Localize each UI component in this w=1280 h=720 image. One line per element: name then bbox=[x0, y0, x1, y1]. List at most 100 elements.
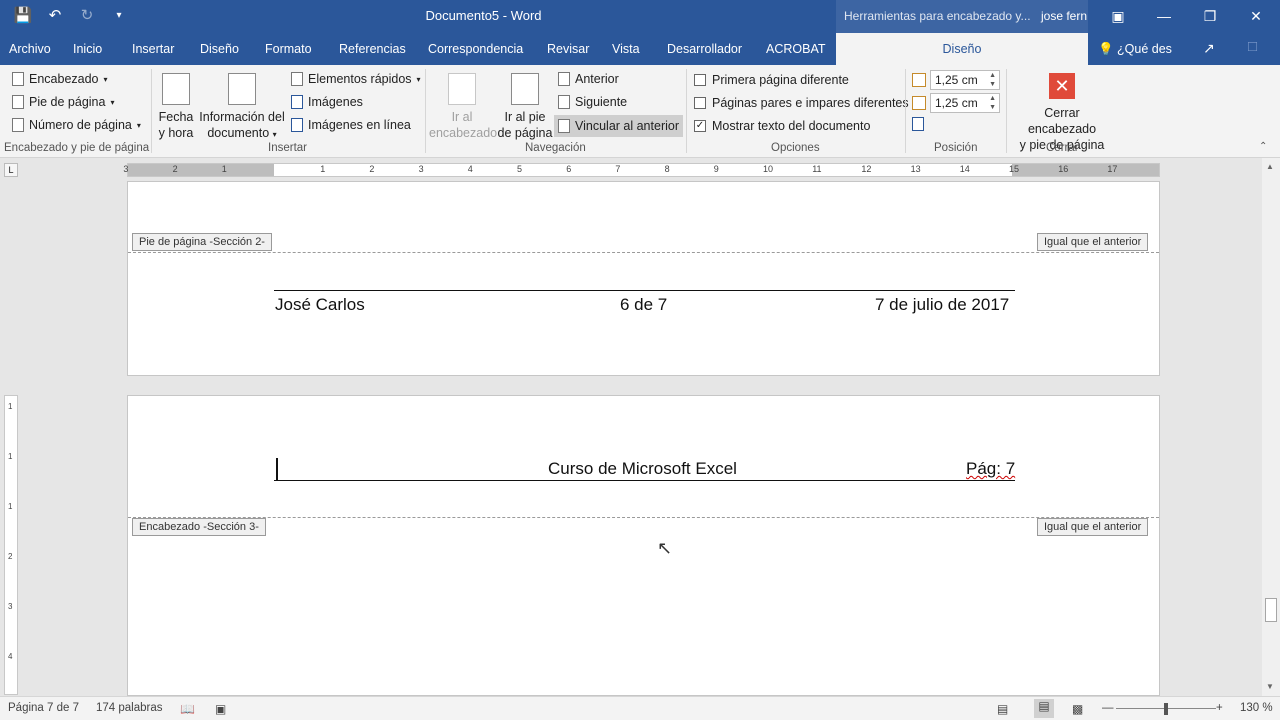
close-icon[interactable]: ✕ bbox=[1246, 6, 1266, 26]
close-header-footer-button[interactable]: ✕ Cerrar encabezado y pie de página bbox=[1010, 73, 1114, 153]
scroll-up-icon[interactable]: ▲ bbox=[1266, 162, 1274, 171]
page-number-icon bbox=[12, 118, 24, 132]
zoom-slider-thumb[interactable] bbox=[1164, 703, 1168, 715]
tab-diseno-contextual[interactable]: Diseño bbox=[836, 33, 1088, 65]
group-label-header-footer: Encabezado y pie de página bbox=[4, 142, 150, 154]
go-to-header-icon bbox=[448, 73, 476, 105]
page-indicator[interactable]: Página 7 de 7 bbox=[8, 702, 79, 714]
user-name[interactable]: jose fern bbox=[1041, 9, 1087, 23]
date-time-button[interactable]: Fecha y hora bbox=[156, 73, 196, 141]
footer-button[interactable]: Pie de página ▾ bbox=[12, 95, 114, 109]
vertical-ruler-number: 1 bbox=[8, 452, 13, 461]
zoom-level[interactable]: 130 % bbox=[1240, 702, 1273, 714]
next-button[interactable]: Siguiente bbox=[558, 95, 627, 109]
vertical-scrollbar[interactable]: ▲ ▼ bbox=[1262, 158, 1280, 696]
minimize-icon[interactable]: — bbox=[1154, 6, 1174, 26]
alignment-tab-icon bbox=[912, 117, 924, 131]
scroll-down-icon[interactable]: ▼ bbox=[1266, 682, 1274, 691]
tab-insertar[interactable]: Insertar bbox=[132, 42, 174, 56]
different-odd-even-checkbox[interactable]: Páginas pares e impares diferentes bbox=[694, 96, 909, 110]
footer-author[interactable]: José Carlos bbox=[275, 295, 365, 315]
different-first-page-checkbox[interactable]: Primera página diferente bbox=[694, 73, 849, 87]
vertical-ruler[interactable]: 1 1 1 2 3 4 bbox=[4, 395, 18, 695]
tab-correspondencia[interactable]: Correspondencia bbox=[428, 42, 523, 56]
tab-desarrollador[interactable]: Desarrollador bbox=[667, 42, 742, 56]
online-pictures-button[interactable]: Imágenes en línea bbox=[291, 118, 411, 132]
footer-section-tag: Pie de página -Sección 2- bbox=[132, 233, 272, 251]
page-number-button[interactable]: Número de página ▾ bbox=[12, 118, 141, 132]
previous-button[interactable]: Anterior bbox=[558, 72, 619, 86]
group-separator bbox=[905, 69, 906, 153]
ruler-number: 9 bbox=[713, 164, 719, 174]
proofing-icon[interactable]: 📖 bbox=[180, 702, 195, 716]
pictures-button[interactable]: Imágenes bbox=[291, 95, 363, 109]
header-position-field[interactable]: 1,25 cm ▲ ▼ bbox=[930, 70, 1000, 90]
link-to-previous-button[interactable]: Vincular al anterior bbox=[554, 115, 683, 137]
zoom-out-icon[interactable]: — bbox=[1102, 702, 1114, 714]
restore-icon[interactable]: ❐ bbox=[1200, 6, 1220, 26]
header-title[interactable]: Curso de Microsoft Excel bbox=[548, 459, 737, 479]
document-info-button[interactable]: Información del documento ▾ bbox=[198, 73, 286, 143]
tab-formato[interactable]: Formato bbox=[265, 42, 312, 56]
header-button[interactable]: Encabezado ▾ bbox=[12, 72, 108, 86]
footer-boundary bbox=[128, 252, 1159, 253]
collapse-ribbon-icon[interactable]: ⌃ bbox=[1259, 141, 1267, 152]
horizontal-ruler-row: L 3 2 1 1 2 3 4 5 6 7 8 9 10 11 12 13 14 15 16 17 bbox=[0, 158, 1280, 181]
same-as-previous-tag: Igual que el anterior bbox=[1037, 518, 1149, 536]
footer-position-spinner[interactable]: 1,25 cm ▲ ▼ bbox=[912, 93, 1000, 113]
header-page-number[interactable]: Pág: 7 bbox=[966, 459, 1015, 479]
ruler-number: 2 bbox=[369, 164, 375, 174]
tab-vista[interactable]: Vista bbox=[612, 42, 640, 56]
go-to-footer-button[interactable]: Ir al pie de página bbox=[497, 73, 553, 141]
read-mode-icon[interactable]: ▤ bbox=[997, 702, 1008, 716]
ribbon: Encabezado ▾ Pie de página ▾ Número de pág… bbox=[0, 65, 1280, 158]
ruler-number: 3 bbox=[418, 164, 424, 174]
tab-referencias[interactable]: Referencias bbox=[339, 42, 406, 56]
footer-position-field[interactable]: 1,25 cm ▲ ▼ bbox=[930, 93, 1000, 113]
group-label-insert: Insertar bbox=[268, 142, 307, 154]
tab-archivo[interactable]: Archivo bbox=[9, 42, 51, 56]
ruler-number: 15 bbox=[1009, 164, 1020, 174]
go-to-header-button[interactable]: Ir al encabezado bbox=[429, 73, 497, 141]
calendar-icon bbox=[162, 73, 190, 105]
ribbon-display-options-icon[interactable]: ▣ bbox=[1108, 6, 1128, 26]
page-6: Pie de página -Sección 2- Igual que el a… bbox=[127, 181, 1160, 376]
show-document-text-checkbox[interactable]: ✓ Mostrar texto del documento bbox=[694, 119, 870, 133]
web-layout-icon[interactable]: ▩ bbox=[1072, 702, 1083, 716]
text-cursor bbox=[276, 458, 278, 480]
footer-page-count[interactable]: 6 de 7 bbox=[620, 295, 667, 315]
tab-revisar[interactable]: Revisar bbox=[547, 42, 589, 56]
print-layout-icon[interactable]: ▤ bbox=[1034, 699, 1054, 718]
tab-inicio[interactable]: Inicio bbox=[73, 42, 102, 56]
ruler-number: 11 bbox=[812, 164, 822, 174]
comment-icon[interactable]: □ bbox=[1248, 38, 1257, 55]
scroll-thumb[interactable] bbox=[1265, 598, 1277, 622]
right-margin-area bbox=[1012, 164, 1159, 176]
ruler-number: 10 bbox=[763, 164, 774, 174]
header-boundary bbox=[128, 517, 1159, 518]
header-position-spinner[interactable]: 1,25 cm ▲ ▼ bbox=[912, 70, 1000, 90]
group-label-options: Opciones bbox=[771, 142, 820, 154]
ruler-number: 1 bbox=[320, 164, 326, 174]
ruler-number: 6 bbox=[566, 164, 572, 174]
macro-record-icon[interactable]: ▣ bbox=[215, 702, 226, 716]
document-info-icon bbox=[228, 73, 256, 105]
vertical-ruler-number: 1 bbox=[8, 402, 13, 411]
zoom-in-icon[interactable]: + bbox=[1216, 702, 1223, 714]
group-separator bbox=[686, 69, 687, 153]
ruler-number: 12 bbox=[861, 164, 872, 174]
footer-position-icon bbox=[912, 96, 926, 110]
footer-date[interactable]: 7 de julio de 2017 bbox=[875, 295, 1009, 315]
word-count[interactable]: 174 palabras bbox=[96, 702, 163, 714]
tab-diseno[interactable]: Diseño bbox=[200, 42, 239, 56]
tell-me-search[interactable]: 💡 ¿Qué des bbox=[1098, 42, 1172, 57]
tab-selector-icon[interactable]: L bbox=[4, 163, 18, 177]
ruler-number: 5 bbox=[517, 164, 523, 174]
tab-acrobat[interactable]: ACROBAT bbox=[766, 42, 826, 56]
horizontal-ruler[interactable]: 3 2 1 1 2 3 4 5 6 7 8 9 10 11 12 13 14 15 16 17 bbox=[123, 163, 1160, 177]
checkmark-icon: ✓ bbox=[694, 120, 706, 132]
ruler-number: 16 bbox=[1058, 164, 1069, 174]
quick-parts-button[interactable]: Elementos rápidos ▾ bbox=[291, 72, 421, 86]
insert-alignment-tab-button[interactable] bbox=[912, 117, 924, 131]
share-icon[interactable]: ↗ bbox=[1203, 40, 1215, 57]
